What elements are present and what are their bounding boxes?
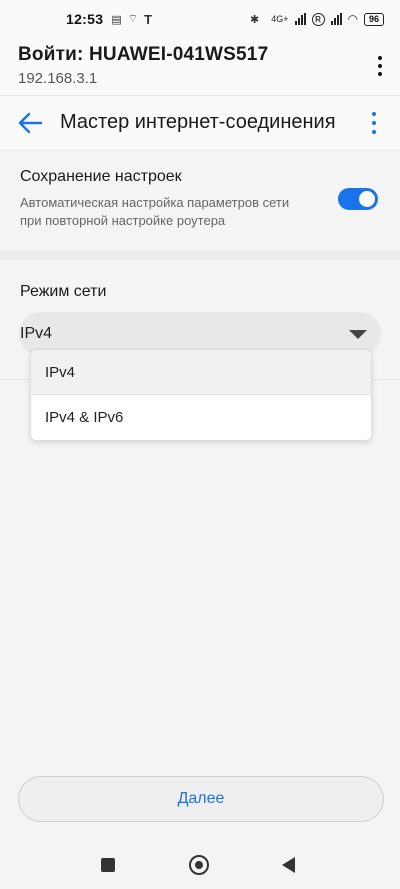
browser-menu-icon[interactable] bbox=[374, 56, 386, 76]
bluetooth-icon: ✱ bbox=[250, 13, 260, 26]
section-divider bbox=[0, 250, 400, 260]
network-mode-value: IPv4 bbox=[20, 325, 53, 342]
app-bar: Мастер интернет-соединения bbox=[0, 95, 400, 149]
wifi-icon: ◠ bbox=[347, 12, 358, 26]
signal-2-icon bbox=[330, 13, 342, 25]
status-right-icons: ✱ 4G+ R ◠ 96 bbox=[250, 12, 384, 26]
save-settings-toggle[interactable] bbox=[338, 188, 378, 210]
browser-title: Войти: HUAWEI-041WS517 bbox=[18, 44, 269, 65]
browser-header: Войти: HUAWEI-041WS517 192.168.3.1 bbox=[0, 38, 400, 95]
network-mode-label: Режим сети bbox=[20, 283, 107, 300]
browser-url: 192.168.3.1 bbox=[18, 70, 98, 87]
caret-down-icon bbox=[349, 329, 367, 339]
network-type-label: 4G+ bbox=[271, 13, 289, 24]
status-time: 12:53 bbox=[66, 11, 104, 27]
dropdown-option-ipv4[interactable]: IPv4 bbox=[31, 350, 371, 395]
save-settings-title: Сохранение настроек bbox=[20, 168, 182, 185]
battery-icon: 96 bbox=[363, 12, 384, 26]
page-title: Мастер интернет-соединения bbox=[60, 111, 336, 133]
roaming-icon: R bbox=[311, 12, 325, 26]
home-icon[interactable] bbox=[189, 855, 209, 875]
network-mode-dropdown: IPv4 IPv4 & IPv6 bbox=[30, 349, 372, 441]
notification-icon: ▤ bbox=[111, 13, 122, 26]
next-button[interactable]: Далее bbox=[18, 776, 384, 822]
save-settings-description: Автоматическая настройка параметров сети… bbox=[20, 195, 290, 228]
t-app-icon: T bbox=[144, 11, 153, 27]
dropdown-option-ipv4-ipv6[interactable]: IPv4 & IPv6 bbox=[31, 395, 371, 440]
status-bar: 12:53 ▤ ⌔ T ✱ 4G+ R ◠ 96 bbox=[0, 0, 400, 38]
back-arrow-icon[interactable] bbox=[0, 96, 60, 150]
nav-back-icon[interactable] bbox=[282, 857, 295, 873]
system-nav-bar bbox=[0, 840, 400, 889]
save-settings-section: Сохранение настроек Автоматическая настр… bbox=[0, 150, 400, 250]
wifi-off-icon: ⌔ bbox=[127, 13, 139, 25]
toggle-knob bbox=[359, 191, 375, 207]
recents-icon[interactable] bbox=[101, 858, 115, 872]
signal-icon bbox=[294, 13, 306, 25]
more-menu-icon[interactable] bbox=[370, 112, 378, 134]
